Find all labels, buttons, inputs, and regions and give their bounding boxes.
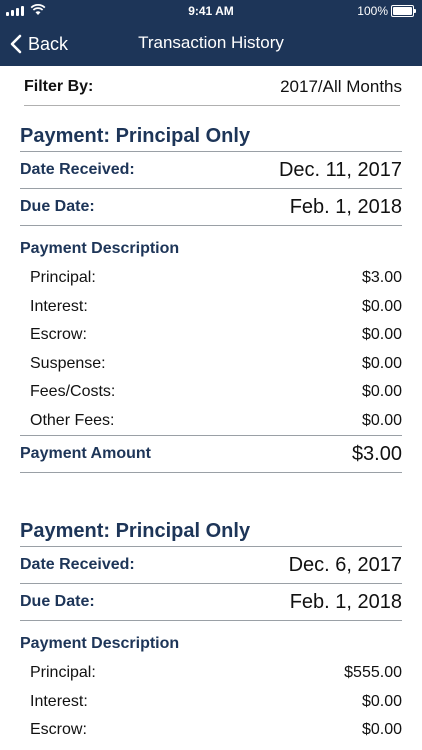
line-item-label: Interest: (30, 297, 88, 315)
page-title: Transaction History (138, 33, 284, 52)
line-item-label: Interest: (30, 692, 88, 710)
line-item: Other Fees: $0.00 (20, 407, 402, 436)
date-received-label: Date Received: (20, 556, 135, 573)
payment-amount-label: Payment Amount (20, 445, 151, 462)
line-item: Escrow: $0.00 (20, 716, 402, 745)
navigation-bar: 9:41 AM 100% Back Transaction History (0, 0, 422, 66)
status-bar: 9:41 AM 100% (0, 0, 422, 22)
line-item: Principal: $3.00 (20, 264, 402, 293)
due-date-value: Feb. 1, 2018 (289, 195, 402, 218)
line-item-value: $3.00 (361, 269, 402, 287)
date-received-value: Dec. 6, 2017 (288, 553, 402, 576)
line-item-label: Escrow: (30, 326, 87, 344)
due-date-row: Due Date: Feb. 1, 2018 (20, 189, 402, 226)
payment-description-heading: Payment Description (20, 635, 180, 652)
date-received-row: Date Received: Dec. 6, 2017 (20, 547, 402, 584)
filter-row[interactable]: Filter By: 2017/All Months (24, 68, 402, 106)
line-item-value: $0.00 (361, 692, 402, 710)
battery-percentage: 100% (357, 4, 388, 18)
line-item-label: Escrow: (30, 721, 87, 739)
line-item: Principal: $555.00 (20, 659, 402, 688)
date-received-row: Date Received: Dec. 11, 2017 (20, 152, 402, 189)
line-item-label: Other Fees: (30, 411, 115, 429)
line-item-value: $0.00 (361, 326, 402, 344)
line-item-label: Suspense: (30, 354, 106, 372)
line-item-label: Fees/Costs: (30, 383, 116, 401)
transaction-title: Payment: Principal Only (20, 121, 402, 152)
line-item: Interest: $0.00 (20, 688, 402, 717)
line-item-value: $0.00 (361, 721, 402, 739)
battery-icon (391, 5, 416, 17)
filter-label: Filter By: (24, 77, 94, 95)
due-date-label: Due Date: (20, 593, 95, 610)
line-item-value: $0.00 (361, 354, 402, 372)
due-date-row: Due Date: Feb. 1, 2018 (20, 584, 402, 621)
line-item-value: $0.00 (361, 411, 402, 429)
line-item-value: $0.00 (361, 383, 402, 401)
transaction-title: Payment: Principal Only (20, 516, 402, 547)
due-date-value: Feb. 1, 2018 (289, 590, 402, 613)
transaction-card: Payment: Principal Only Date Received: D… (20, 516, 402, 745)
line-item-value: $0.00 (361, 297, 402, 315)
payment-description-heading: Payment Description (20, 240, 180, 257)
payment-amount-value: $3.00 (351, 442, 402, 465)
line-item: Escrow: $0.00 (20, 321, 402, 350)
date-received-value: Dec. 11, 2017 (278, 158, 402, 181)
transaction-card: Payment: Principal Only Date Received: D… (20, 121, 402, 473)
line-item-value: $555.00 (344, 664, 402, 682)
line-item-label: Principal: (30, 664, 96, 682)
line-item: Fees/Costs: $0.00 (20, 378, 402, 407)
date-received-label: Date Received: (20, 161, 135, 178)
line-item: Interest: $0.00 (20, 293, 402, 322)
filter-value[interactable]: 2017/All Months (280, 77, 402, 97)
line-item-label: Principal: (30, 269, 96, 287)
due-date-label: Due Date: (20, 198, 95, 215)
line-item: Suspense: $0.00 (20, 350, 402, 379)
payment-amount-row: Payment Amount $3.00 (20, 435, 402, 473)
